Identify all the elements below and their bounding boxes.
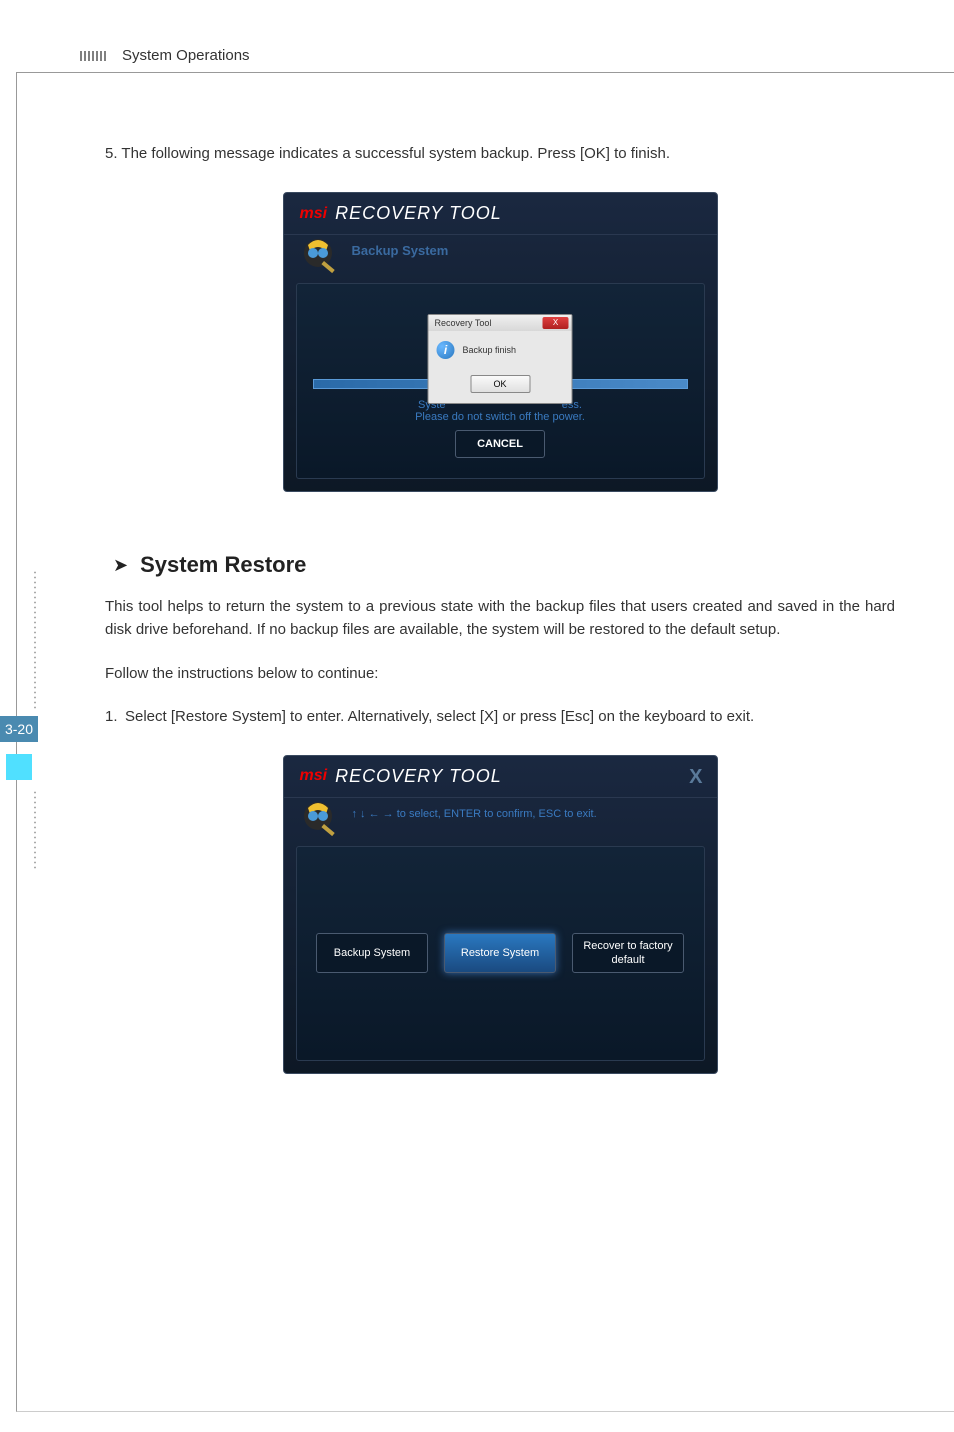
page-accent-box — [6, 754, 32, 780]
section-title: System Restore — [140, 552, 306, 578]
close-button[interactable]: X — [689, 766, 702, 789]
chevron-right-icon: ➤ — [113, 555, 128, 576]
header-title: System Operations — [116, 47, 256, 64]
step-text: Select [Restore System] to enter. Altern… — [125, 708, 895, 725]
dialog-title: Recovery Tool X — [429, 315, 572, 331]
restore-system-option[interactable]: Restore System — [444, 933, 556, 973]
backup-system-option[interactable]: Backup System — [316, 933, 428, 973]
step-1: 1. Select [Restore System] to enter. Alt… — [105, 708, 895, 725]
recovery-tool-title: RECOVERY TOOL — [335, 203, 502, 224]
navigation-hint: ↑ ↓ ← → to select, ENTER to confirm, ESC… — [352, 808, 597, 820]
msi-logo: msi — [300, 767, 328, 785]
side-dotted-line — [34, 570, 36, 710]
dialog-message: Backup finish — [463, 345, 517, 355]
recovery-tool-title: RECOVERY TOOL — [335, 766, 502, 787]
header-decoration — [80, 51, 106, 61]
screenshot-restore-menu: msi RECOVERY TOOL X ↑ ↓ ← → to select, E… — [283, 755, 718, 1074]
recovery-tool-header: msi RECOVERY TOOL — [284, 756, 717, 798]
backup-finish-dialog: Recovery Tool X i Backup finish OK — [428, 314, 573, 404]
step-number: 1. — [105, 708, 125, 725]
page-number: 3-20 — [0, 716, 38, 742]
section-paragraph: This tool helps to return the system to … — [105, 596, 895, 641]
info-icon: i — [437, 341, 455, 359]
recovery-menu-body: Backup System Restore System Recover to … — [296, 846, 705, 1061]
dialog-close-button[interactable]: X — [543, 317, 569, 329]
mascot-icon — [296, 794, 340, 838]
screenshot-backup-finish: msi RECOVERY TOOL Backup System Syste __… — [283, 192, 718, 492]
mascot-icon — [296, 231, 340, 275]
recover-factory-option[interactable]: Recover to factory default — [572, 933, 684, 973]
instructions-text: Follow the instructions below to continu… — [105, 663, 895, 686]
cancel-button[interactable]: CANCEL — [455, 430, 545, 458]
msi-logo: msi — [300, 205, 328, 223]
step-5-text: 5. The following message indicates a suc… — [105, 145, 895, 162]
side-dotted-line — [34, 790, 36, 870]
recovery-tool-body: Syste __________________ ess. Please do … — [296, 283, 705, 479]
dialog-body: i Backup finish — [429, 331, 572, 369]
page-header: System Operations — [80, 47, 256, 64]
backup-system-subtitle: Backup System — [352, 243, 449, 258]
system-restore-heading: ➤ System Restore — [113, 552, 895, 578]
recovery-tool-header: msi RECOVERY TOOL — [284, 193, 717, 235]
ok-button[interactable]: OK — [470, 375, 530, 393]
